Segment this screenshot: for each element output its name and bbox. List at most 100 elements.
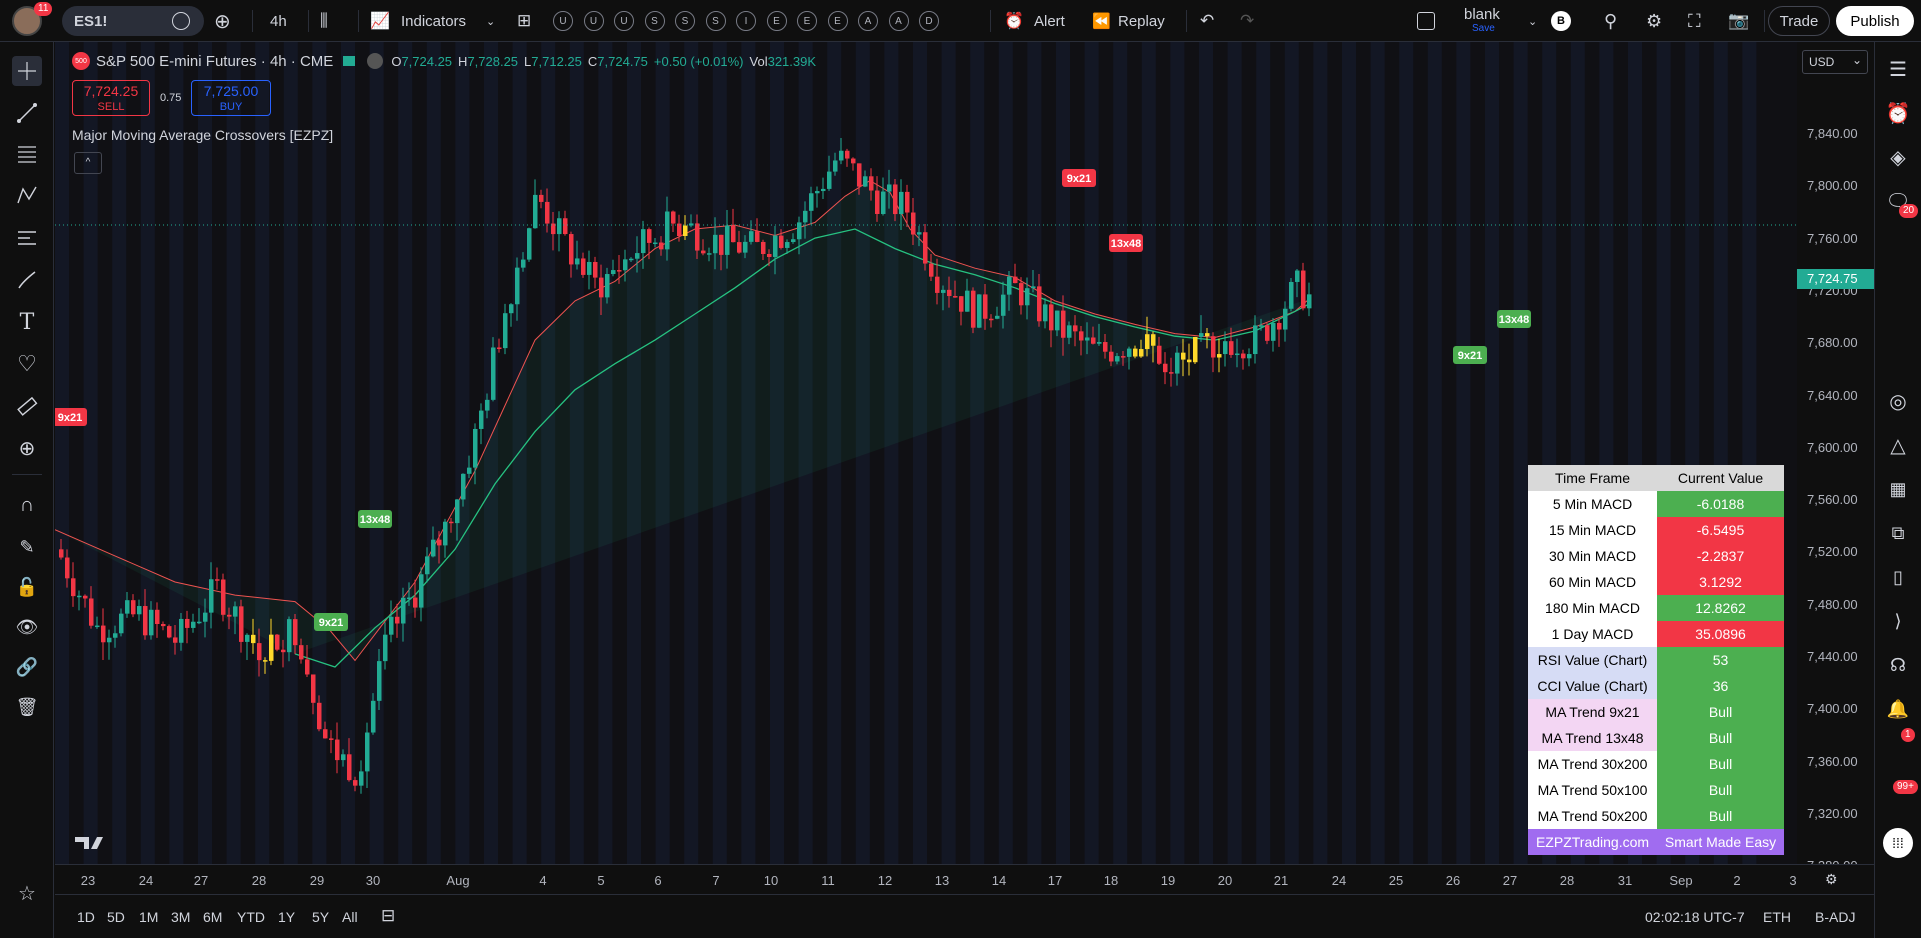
range-button[interactable]: All — [342, 909, 358, 925]
notifications-icon[interactable]: 🔔 — [1883, 694, 1913, 724]
pencil-lock-icon[interactable]: ✎ — [12, 532, 42, 562]
brush-icon[interactable] — [12, 265, 42, 295]
heart-icon[interactable]: ♡ — [12, 349, 42, 379]
candle-body — [1295, 270, 1300, 282]
range-button[interactable]: 5D — [107, 909, 125, 925]
layout-square-icon[interactable] — [1417, 12, 1435, 30]
indicator-chip[interactable]: U — [553, 11, 573, 31]
range-button[interactable]: 6M — [203, 909, 222, 925]
plus-icon[interactable]: ⊕ — [214, 0, 231, 42]
indicator-chip[interactable]: S — [705, 11, 726, 31]
price-axis[interactable]: USD ⌄ 7,840.00 7,800.00 7,760.00 7,720.00 7,6… — [1797, 42, 1874, 873]
range-button[interactable]: 5Y — [312, 909, 329, 925]
pattern-icon[interactable] — [12, 181, 42, 211]
time-tick-label: 21 — [1273, 873, 1289, 888]
camera-icon[interactable]: 📷 — [1728, 0, 1749, 42]
adjust-button[interactable]: B-ADJ — [1815, 909, 1855, 925]
replay-icon[interactable]: ⏪ — [1092, 0, 1111, 42]
clock[interactable]: 02:02:18 UTC-7 — [1645, 909, 1745, 925]
layout-name[interactable]: blank — [1464, 6, 1500, 23]
apps-grid-icon[interactable]: ⁞⁞⁞ — [1883, 828, 1913, 858]
range-button[interactable]: 1Y — [278, 909, 295, 925]
templates-icon[interactable]: ⊞ — [517, 0, 531, 42]
range-button[interactable]: 1M — [139, 909, 158, 925]
alert-icon[interactable]: ⏰ — [1004, 0, 1024, 42]
indicator-chip[interactable]: I — [736, 11, 756, 31]
prediction-icon[interactable] — [12, 223, 42, 253]
indicator-chip[interactable]: U — [583, 11, 604, 31]
session-band — [1199, 42, 1213, 864]
layers-icon[interactable]: ◈ — [1883, 142, 1913, 172]
range-button[interactable]: YTD — [237, 909, 265, 925]
candle-body — [473, 428, 478, 468]
interval-button[interactable]: 4h — [270, 0, 287, 42]
indicator-chip[interactable]: U — [614, 11, 634, 31]
indicator-chip[interactable]: S — [675, 11, 695, 31]
fib-icon[interactable] — [12, 139, 42, 169]
quick-search-icon[interactable]: ⚲ — [1604, 0, 1617, 42]
undo-icon[interactable]: ↶ — [1200, 0, 1214, 42]
hide-legend-icon[interactable] — [367, 53, 384, 69]
sell-button[interactable]: 7,724.25 SELL — [72, 80, 150, 116]
publish-button[interactable]: Publish — [1836, 6, 1914, 36]
magnet-icon[interactable]: ∩ — [12, 490, 42, 520]
redo-icon[interactable]: ↷ — [1240, 0, 1254, 42]
currency-select[interactable]: USD ⌄ — [1802, 50, 1868, 74]
crosshair-icon[interactable] — [12, 56, 42, 86]
book-icon[interactable]: ▯ — [1883, 562, 1913, 592]
indicator-chip[interactable]: D — [919, 11, 939, 31]
briefcase-icon[interactable]: ⧉ — [1883, 518, 1913, 548]
layout-save-label[interactable]: Save — [1472, 23, 1495, 34]
ideas-icon[interactable]: △ — [1883, 430, 1913, 460]
chart-title[interactable]: S&P 500 E-mini Futures · 4h · CME — [96, 53, 333, 70]
trade-button[interactable]: Trade — [1768, 6, 1830, 36]
drawing-toolbar: T ♡ ⊕ ∩ ✎ 🔓 👁 🔗 🗑 ☆ — [0, 42, 54, 938]
range-button[interactable]: 3M — [171, 909, 190, 925]
candle-body — [1169, 372, 1174, 374]
target-icon[interactable]: ◎ — [1883, 386, 1913, 416]
alert-button[interactable]: Alert — [1034, 0, 1065, 42]
indicator-chip[interactable]: A — [888, 11, 909, 31]
indicator-chip[interactable]: S — [644, 11, 665, 31]
diamond-icon[interactable] — [172, 12, 190, 30]
buy-button[interactable]: 7,725.00 BUY — [191, 80, 271, 116]
calendar-icon[interactable]: ▦ — [1883, 474, 1913, 504]
watchlist-icon[interactable]: ☰ — [1883, 54, 1913, 84]
chevron-down-icon[interactable]: ⌄ — [486, 0, 495, 42]
eye-icon[interactable]: 👁 — [12, 612, 42, 642]
screener-icon[interactable]: ⟩ — [1883, 606, 1913, 636]
candle-body — [389, 616, 394, 635]
ruler-icon[interactable] — [12, 391, 42, 421]
indicators-button[interactable]: Indicators — [401, 0, 466, 42]
collapse-legend-button[interactable]: ^ — [74, 152, 102, 174]
trend-line-icon[interactable] — [12, 98, 42, 128]
indicators-icon[interactable]: 📈 — [370, 0, 390, 42]
indicator-name[interactable]: Major Moving Average Crossovers [EZPZ] — [72, 127, 333, 143]
volume: Vol321.39K — [750, 54, 817, 69]
indicator-chip[interactable]: E — [827, 11, 848, 31]
fullscreen-icon[interactable]: ⛶ — [1688, 0, 1701, 42]
link-icon[interactable]: 🔗 — [12, 652, 42, 682]
zoom-in-icon[interactable]: ⊕ — [12, 433, 42, 463]
time-axis[interactable]: 23 24 27 28 29 30 Aug 4 5 6 7 10 11 12 13 14 17 18 19 20 21 2… — [55, 864, 1874, 894]
indicator-chip[interactable]: A — [858, 11, 878, 31]
trash-icon[interactable]: 🗑 — [12, 692, 42, 722]
lock-icon[interactable]: 🔓 — [12, 572, 42, 602]
star-icon[interactable]: ☆ — [12, 878, 42, 908]
candles-icon[interactable]: ⫼ — [320, 0, 328, 42]
replay-button[interactable]: Replay — [1118, 0, 1165, 42]
date-range-icon[interactable]: ⊟ — [381, 906, 395, 926]
session-button[interactable]: ETH — [1763, 909, 1791, 925]
indicator-chip[interactable]: E — [797, 11, 817, 31]
settings-icon[interactable]: ⚙ — [1646, 0, 1662, 42]
text-icon[interactable]: T — [12, 307, 42, 337]
alarm-icon[interactable]: ⏰ — [1883, 98, 1913, 128]
candle-body — [275, 634, 280, 650]
chevron-down-icon[interactable]: ⌄ — [1528, 0, 1537, 42]
feed-icon[interactable]: ☊ — [1883, 650, 1913, 680]
layout-badge[interactable]: B — [1551, 11, 1571, 31]
axis-settings-icon[interactable]: ⚙ — [1825, 871, 1838, 888]
indicator-chip[interactable]: E — [766, 11, 787, 31]
range-button[interactable]: 1D — [77, 909, 95, 925]
session-band — [1427, 42, 1442, 864]
